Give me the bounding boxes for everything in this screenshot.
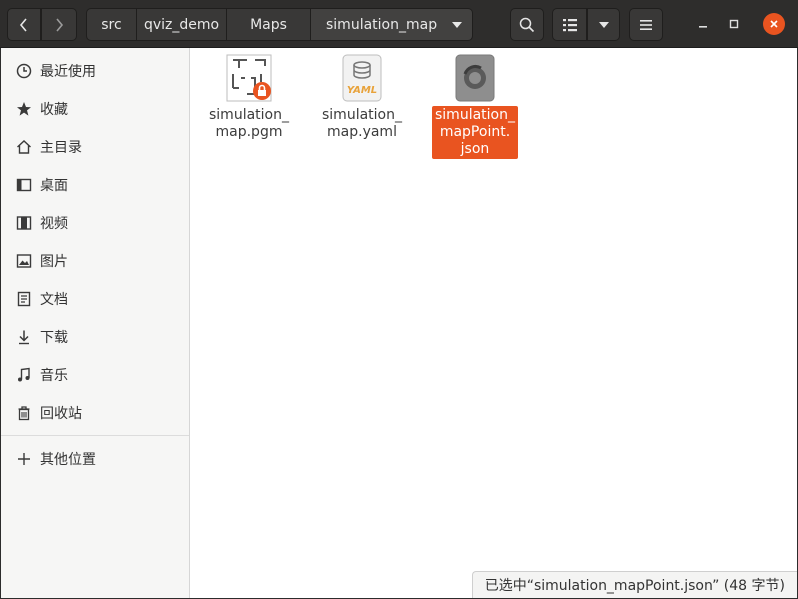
sidebar: 最近使用 收藏 主目录 桌面 视频 图片 文档 下载 音乐 回收站 其他位置 <box>1 48 190 598</box>
sidebar-item-label: 桌面 <box>40 178 68 194</box>
chevron-left-icon <box>19 17 27 32</box>
file-view[interactable]: simulation_ map.pgm YAML simulation_ map… <box>190 48 797 598</box>
desktop-icon <box>15 176 33 194</box>
hamburger-menu-icon <box>640 19 652 30</box>
header-bar: src qviz_demo Maps simulation_map <box>0 0 798 48</box>
close-button[interactable] <box>763 13 785 35</box>
star-icon <box>15 100 33 118</box>
sidebar-item-label: 主目录 <box>40 140 82 156</box>
minimize-icon <box>699 26 707 28</box>
view-mode-button[interactable] <box>552 8 587 41</box>
menu-button[interactable] <box>629 8 663 41</box>
svg-text:YAML: YAML <box>347 85 377 96</box>
sidebar-item-label: 回收站 <box>40 406 82 422</box>
image-file-icon <box>226 54 272 102</box>
sidebar-item-other-locations[interactable]: 其他位置 <box>1 440 189 478</box>
yaml-file-icon: YAML <box>342 54 382 102</box>
sidebar-item-label: 下载 <box>40 330 68 346</box>
breadcrumb-simulation-map[interactable]: simulation_map <box>311 8 473 41</box>
list-view-icon <box>562 18 577 31</box>
status-bar: 已选中“simulation_mapPoint.json” (48 字节) <box>471 571 797 598</box>
search-button[interactable] <box>510 8 544 41</box>
music-icon <box>15 366 33 384</box>
breadcrumb-simulation-map-label: simulation_map <box>326 16 438 33</box>
sidebar-item-label: 收藏 <box>40 102 68 118</box>
sidebar-item-music[interactable]: 音乐 <box>1 356 189 394</box>
forward-button[interactable] <box>41 8 77 41</box>
file-name: simulation_ mapPoint. json <box>432 106 518 159</box>
search-icon <box>519 17 535 32</box>
home-icon <box>15 138 33 156</box>
clock-icon <box>15 62 33 80</box>
download-icon <box>15 328 33 346</box>
maximize-button[interactable] <box>723 13 745 35</box>
sidebar-item-trash[interactable]: 回收站 <box>1 394 189 432</box>
video-icon <box>15 214 33 232</box>
sidebar-item-label: 视频 <box>40 216 68 232</box>
sidebar-item-label: 音乐 <box>40 368 68 384</box>
trash-icon <box>15 404 33 422</box>
breadcrumb-maps[interactable]: Maps <box>227 8 311 41</box>
image-icon <box>15 252 33 270</box>
sidebar-item-desktop[interactable]: 桌面 <box>1 166 189 204</box>
minimize-button[interactable] <box>692 13 714 35</box>
sidebar-item-label: 图片 <box>40 254 68 270</box>
sidebar-item-home[interactable]: 主目录 <box>1 128 189 166</box>
sidebar-item-label: 最近使用 <box>40 64 96 80</box>
document-icon <box>15 290 33 308</box>
file-name: simulation_ map.pgm <box>209 107 289 140</box>
sidebar-item-label: 其他位置 <box>40 452 96 468</box>
plus-icon <box>15 450 33 468</box>
sidebar-item-recent[interactable]: 最近使用 <box>1 52 189 90</box>
json-file-icon <box>455 54 495 102</box>
file-item-simulation-map-yaml[interactable]: YAML simulation_ map.yaml <box>317 54 407 142</box>
maximize-icon <box>729 19 739 29</box>
breadcrumb: src qviz_demo Maps simulation_map <box>86 8 473 41</box>
sidebar-item-documents[interactable]: 文档 <box>1 280 189 318</box>
view-options-dropdown[interactable] <box>587 8 620 41</box>
sidebar-divider <box>1 435 189 436</box>
file-name: simulation_ map.yaml <box>322 107 402 140</box>
back-button[interactable] <box>7 8 41 41</box>
close-icon <box>770 20 778 28</box>
chevron-right-icon <box>56 17 64 32</box>
sidebar-item-label: 文档 <box>40 292 68 308</box>
file-item-simulation-mappoint-json[interactable]: simulation_ mapPoint. json <box>430 54 520 159</box>
sidebar-item-videos[interactable]: 视频 <box>1 204 189 242</box>
breadcrumb-qviz-demo[interactable]: qviz_demo <box>137 8 227 41</box>
chevron-down-icon <box>452 22 462 28</box>
file-item-simulation-map-pgm[interactable]: simulation_ map.pgm <box>204 54 294 142</box>
sidebar-item-pictures[interactable]: 图片 <box>1 242 189 280</box>
sidebar-item-starred[interactable]: 收藏 <box>1 90 189 128</box>
breadcrumb-src[interactable]: src <box>86 8 137 41</box>
chevron-down-icon <box>598 21 609 28</box>
sidebar-item-downloads[interactable]: 下载 <box>1 318 189 356</box>
